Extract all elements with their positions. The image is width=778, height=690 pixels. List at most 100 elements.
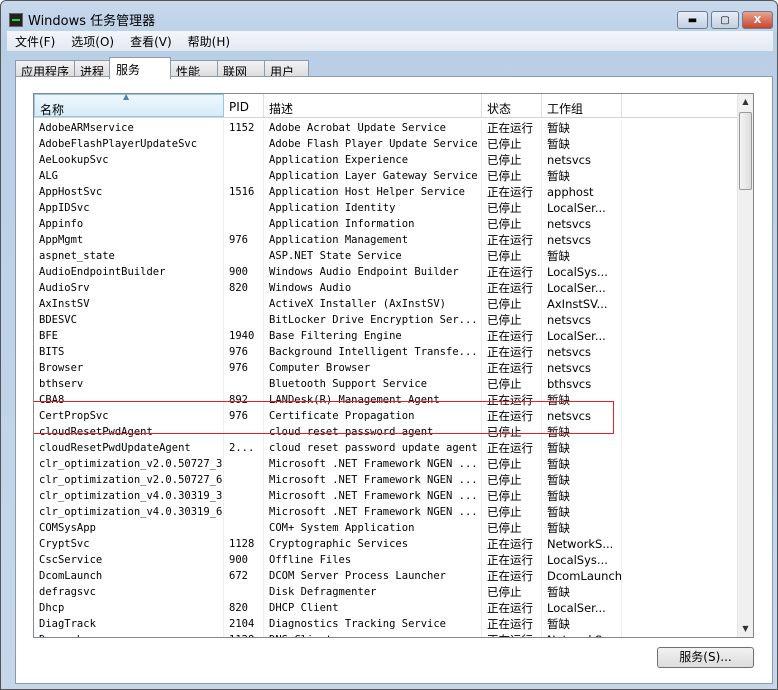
service-description: cloud reset password update agent — [264, 440, 482, 456]
service-name: defragsvc — [34, 584, 224, 600]
table-row[interactable]: clr_optimization_v2.0.50727_64 Microsoft … — [34, 472, 738, 488]
service-description: COM+ System Application — [264, 520, 482, 536]
service-group: LocalSer... — [542, 328, 622, 344]
service-group: NetworkS... — [542, 536, 622, 552]
menu-help[interactable]: 帮助(H) — [180, 31, 238, 51]
service-status: 正在运行 — [482, 232, 542, 248]
scroll-thumb[interactable] — [739, 112, 752, 190]
service-pid — [224, 248, 264, 264]
service-pid: 1940 — [224, 328, 264, 344]
service-group: netsvcs — [542, 312, 622, 328]
table-row[interactable]: AdobeARMservice 1152 Adobe Acrobat Update … — [34, 120, 738, 136]
tab-services[interactable]: 服务 — [109, 57, 172, 79]
table-row[interactable]: Dnscache1128DNS Client正在运行NetworkS... — [34, 632, 738, 637]
service-description: Application Host Helper Service — [264, 184, 482, 200]
table-row[interactable]: AppHostSvc 1516 Application Host Helper Se… — [34, 184, 738, 200]
maximize-button[interactable]: ▢ — [711, 11, 739, 29]
service-pid — [224, 216, 264, 232]
service-status: 正在运行 — [482, 344, 542, 360]
column-header-pid[interactable]: PID — [224, 94, 264, 117]
services-list: ▲ 名称 PID 描述 状态 工作组 AdobeARMservice 1152 Ado… — [33, 93, 754, 638]
service-pid: 1128 — [224, 536, 264, 552]
table-row[interactable]: clr_optimization_v4.0.30319_64 Microsoft … — [34, 504, 738, 520]
table-row[interactable]: BFE 1940 Base Filtering Engine 正在运行 LocalSer… — [34, 328, 738, 344]
table-row[interactable]: COMSysApp COM+ System Application 已停止 暂缺 — [34, 520, 738, 536]
service-pid — [224, 584, 264, 600]
service-status: 正在运行 — [482, 184, 542, 200]
service-status: 已停止 — [482, 456, 542, 472]
service-pid — [224, 504, 264, 520]
services-button[interactable]: 服务(S)... — [657, 647, 754, 668]
highlight-box — [34, 401, 614, 434]
table-row[interactable]: AppMgmt 976 Application Management 正在运行 nets… — [34, 232, 738, 248]
service-description: Windows Audio Endpoint Builder — [264, 264, 482, 280]
table-row[interactable]: AppIDSvc Application Identity 已停止 LocalSer.… — [34, 200, 738, 216]
table-row[interactable]: clr_optimization_v2.0.50727_32 Microsoft … — [34, 456, 738, 472]
menu-view[interactable]: 查看(V) — [122, 31, 180, 51]
table-row[interactable]: DcomLaunch 672 DCOM Server Process Launche… — [34, 568, 738, 584]
service-name: AdobeARMservice — [34, 120, 224, 136]
service-status: 已停止 — [482, 504, 542, 520]
table-row[interactable]: CscService 900 Offline Files 正在运行 LocalSys..… — [34, 552, 738, 568]
table-row[interactable]: Appinfo Application Information 已停止 netsvcs — [34, 216, 738, 232]
service-status: 已停止 — [482, 216, 542, 232]
service-name: CscService — [34, 552, 224, 568]
service-group: 暂缺 — [542, 584, 622, 600]
table-row[interactable]: ALG Application Layer Gateway Service 已停止暂… — [34, 168, 738, 184]
table-row[interactable]: bthserv Bluetooth Support Service 已停止 bthsv… — [34, 376, 738, 392]
table-row[interactable]: AxInstSV ActiveX Installer (AxInstSV) 已停止 A… — [34, 296, 738, 312]
service-description: Windows Audio — [264, 280, 482, 296]
service-group: 暂缺 — [542, 168, 622, 184]
service-name: AxInstSV — [34, 296, 224, 312]
service-description: Bluetooth Support Service — [264, 376, 482, 392]
service-group: LocalSys... — [542, 552, 622, 568]
service-name: Dnscache — [34, 632, 224, 637]
menu-file[interactable]: 文件(F) — [7, 31, 63, 51]
service-group: netsvcs — [542, 344, 622, 360]
table-row[interactable]: clr_optimization_v4.0.30319_32 Microsoft … — [34, 488, 738, 504]
column-header-description[interactable]: 描述 — [264, 94, 482, 117]
service-description: DNS Client — [264, 632, 482, 637]
table-row[interactable]: DiagTrack 2104 Diagnostics Tracking Servic… — [34, 616, 738, 632]
service-pid — [224, 376, 264, 392]
column-header-status[interactable]: 状态 — [482, 94, 542, 117]
table-row[interactable]: AudioEndpointBuilder 900 Windows Audio End… — [34, 264, 738, 280]
service-description: Microsoft .NET Framework NGEN ... — [264, 472, 482, 488]
table-row[interactable]: Dhcp 820 DHCP Client 正在运行 LocalSer... — [34, 600, 738, 616]
table-row[interactable]: Browser 976 Computer Browser 正在运行 netsvcs — [34, 360, 738, 376]
service-group: 暂缺 — [542, 248, 622, 264]
service-description: Microsoft .NET Framework NGEN ... — [264, 456, 482, 472]
table-row[interactable]: BDESVC BitLocker Drive Encryption Ser... 已… — [34, 312, 738, 328]
service-pid — [224, 456, 264, 472]
column-label: 名称 — [40, 103, 65, 117]
service-description: Application Information — [264, 216, 482, 232]
close-button[interactable]: X — [742, 11, 773, 29]
column-header-name[interactable]: ▲ 名称 — [34, 94, 224, 117]
vertical-scrollbar[interactable]: ▲ ▼ — [737, 94, 753, 637]
table-row[interactable]: cloudResetPwdUpdateAgent 2... cloud reset … — [34, 440, 738, 456]
service-group: NetworkS... — [542, 632, 622, 637]
service-name: AudioEndpointBuilder — [34, 264, 224, 280]
service-group: netsvcs — [542, 216, 622, 232]
scroll-down-icon[interactable]: ▼ — [738, 621, 753, 637]
service-status: 正在运行 — [482, 552, 542, 568]
table-row[interactable]: aspnet_state ASP.NET State Service 已停止 暂缺 — [34, 248, 738, 264]
service-pid: 820 — [224, 600, 264, 616]
table-row[interactable]: defragsvc Disk Defragmenter 已停止 暂缺 — [34, 584, 738, 600]
minimize-button[interactable]: ▬ — [677, 11, 708, 29]
service-pid: 2104 — [224, 616, 264, 632]
service-group: 暂缺 — [542, 472, 622, 488]
table-row[interactable]: AeLookupSvc Application Experience 已停止 nets… — [34, 152, 738, 168]
table-row[interactable]: CryptSvc 1128 Cryptographic Services 正在运行 Ne… — [34, 536, 738, 552]
service-pid — [224, 296, 264, 312]
menu-options[interactable]: 选项(O) — [63, 31, 122, 51]
service-group: 暂缺 — [542, 136, 622, 152]
service-status: 已停止 — [482, 376, 542, 392]
table-row[interactable]: BITS 976 Background Intelligent Transfe...… — [34, 344, 738, 360]
service-name: COMSysApp — [34, 520, 224, 536]
table-row[interactable]: AdobeFlashPlayerUpdateSvc Adobe Flash Pla… — [34, 136, 738, 152]
scroll-up-icon[interactable]: ▲ — [738, 94, 753, 110]
column-header-group[interactable]: 工作组 — [542, 94, 622, 117]
service-group: 暂缺 — [542, 520, 622, 536]
table-row[interactable]: AudioSrv 820 Windows Audio 正在运行 LocalSer... — [34, 280, 738, 296]
